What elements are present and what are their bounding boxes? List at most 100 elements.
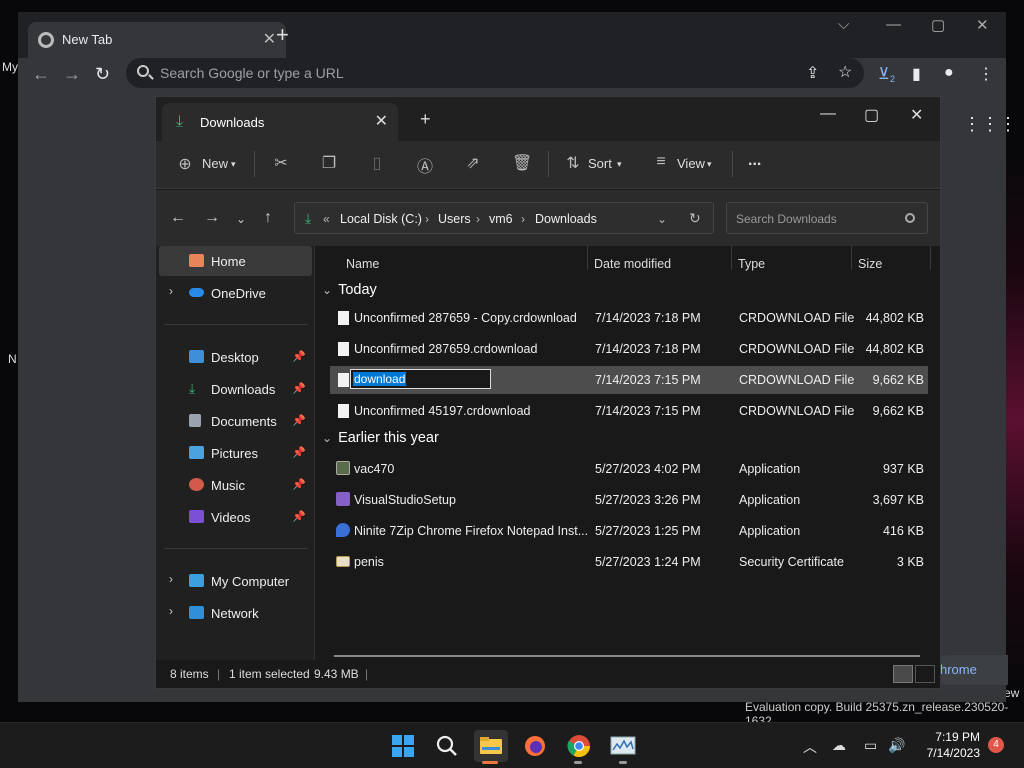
chevron-down-icon[interactable]: ⌄ xyxy=(657,212,667,226)
chevron-right-icon[interactable]: › xyxy=(476,212,480,226)
file-explorer-taskbar-button[interactable] xyxy=(474,730,508,762)
desktop-icon-label[interactable]: My xyxy=(2,60,18,74)
pin-icon[interactable]: 📌 xyxy=(292,478,306,491)
nav-item-onedrive[interactable]: › OneDrive xyxy=(159,278,312,308)
sort-button[interactable]: Sort xyxy=(588,156,612,171)
up-button[interactable]: ↑ xyxy=(264,209,272,227)
desktop-icon-label[interactable]: ew xyxy=(1004,686,1019,700)
back-button[interactable]: ← xyxy=(170,209,186,227)
delete-icon[interactable]: 🗑 xyxy=(512,153,532,172)
file-row[interactable]: Unconfirmed 45197.crdownload 7/14/2023 7… xyxy=(330,397,928,425)
volume-icon[interactable]: 🔊 xyxy=(888,737,905,754)
nav-item-videos[interactable]: Videos 📌 xyxy=(159,502,312,532)
nav-item-my-computer[interactable]: › My Computer xyxy=(159,566,312,596)
file-row[interactable]: vac470 5/27/2023 4:02 PM Application 937… xyxy=(330,455,928,483)
customize-chrome-button[interactable]: hrome xyxy=(934,655,1008,685)
file-row[interactable]: Unconfirmed 287659 - Copy.crdownload 7/1… xyxy=(330,304,928,332)
column-header-size[interactable]: Size xyxy=(858,246,882,278)
search-input[interactable]: Search Downloads xyxy=(726,202,928,234)
copy-icon[interactable]: ❐ xyxy=(320,153,338,172)
omnibox[interactable]: Search Google or type a URL ⇪ ☆ xyxy=(126,58,864,88)
close-tab-icon[interactable]: ✕ xyxy=(375,111,388,131)
close-tab-icon[interactable]: ✕ xyxy=(263,29,276,49)
file-row[interactable]: Unconfirmed 287659.crdownload 7/14/2023 … xyxy=(330,335,928,363)
nav-item-documents[interactable]: Documents 📌 xyxy=(159,406,312,436)
horizontal-scrollbar[interactable] xyxy=(334,655,920,657)
pin-icon[interactable]: 📌 xyxy=(292,382,306,395)
rename-input[interactable]: download xyxy=(350,369,491,389)
paste-icon[interactable]: ▯ xyxy=(368,153,386,172)
column-header-date[interactable]: Date modified xyxy=(594,246,671,278)
menu-icon[interactable]: ⋮ xyxy=(978,64,994,84)
resource-monitor-taskbar-button[interactable] xyxy=(606,730,640,762)
firefox-taskbar-button[interactable] xyxy=(518,730,552,762)
minimize-button[interactable]: — xyxy=(820,105,836,123)
forward-button[interactable]: → xyxy=(63,64,81,84)
group-header-today[interactable]: ⌄ Today xyxy=(322,282,377,298)
network-icon[interactable]: ▭ xyxy=(864,737,877,754)
details-view-button[interactable] xyxy=(893,665,913,683)
show-hidden-icons-chevron-icon[interactable]: ︿ xyxy=(803,737,817,757)
share-icon[interactable]: ⇗ xyxy=(464,153,482,172)
column-separator[interactable] xyxy=(731,246,732,270)
nav-item-music[interactable]: Music 📌 xyxy=(159,470,312,500)
reload-button[interactable]: ↻ xyxy=(95,64,110,84)
pin-icon[interactable]: 📌 xyxy=(292,350,306,363)
new-tab-button[interactable]: + xyxy=(276,24,289,46)
explorer-new-tab-button[interactable]: + xyxy=(420,109,431,130)
recent-locations-button[interactable]: ⌄ xyxy=(236,212,246,226)
chevron-right-icon[interactable]: › xyxy=(425,212,429,226)
nav-item-network[interactable]: › Network xyxy=(159,598,312,628)
start-button[interactable] xyxy=(386,730,420,762)
minimize-button[interactable]: — xyxy=(886,16,901,33)
refresh-icon[interactable]: ↻ xyxy=(689,210,701,227)
column-header-name[interactable]: Name xyxy=(346,246,379,278)
notification-badge[interactable]: 4 xyxy=(988,737,1004,753)
close-window-button[interactable]: ✕ xyxy=(910,105,923,125)
breadcrumb-users[interactable]: Users xyxy=(438,212,471,226)
nav-item-downloads[interactable]: ⤓ Downloads 📌 xyxy=(159,374,312,404)
share-icon[interactable]: ⇪ xyxy=(806,63,819,83)
tab-search-icon[interactable]: ⌵ xyxy=(838,16,849,33)
pin-icon[interactable]: 📌 xyxy=(292,510,306,523)
nav-item-home[interactable]: Home xyxy=(159,246,312,276)
tiles-view-button[interactable] xyxy=(915,665,935,683)
file-row[interactable]: VisualStudioSetup 5/27/2023 3:26 PM Appl… xyxy=(330,486,928,514)
file-row-selected[interactable]: download 7/14/2023 7:15 PM CRDOWNLOAD Fi… xyxy=(330,366,928,394)
pin-icon[interactable]: 📌 xyxy=(292,414,306,427)
cloud-offline-icon[interactable]: ☁ xyxy=(832,737,846,754)
group-header-earlier[interactable]: ⌄ Earlier this year xyxy=(322,430,439,446)
view-button[interactable]: View xyxy=(677,156,705,171)
downloads-icon[interactable]: ⊻ xyxy=(878,64,890,84)
close-window-button[interactable]: ✕ xyxy=(976,16,989,34)
breadcrumb-downloads[interactable]: Downloads xyxy=(535,212,597,226)
nav-item-desktop[interactable]: Desktop 📌 xyxy=(159,342,312,372)
pin-icon[interactable]: 📌 xyxy=(292,446,306,459)
search-button[interactable] xyxy=(430,730,464,762)
new-button[interactable]: New xyxy=(202,156,228,171)
overflow-chevron-icon[interactable]: « xyxy=(323,212,330,226)
column-separator[interactable] xyxy=(930,246,931,270)
chrome-taskbar-button[interactable] xyxy=(562,730,596,762)
nav-item-pictures[interactable]: Pictures 📌 xyxy=(159,438,312,468)
rename-icon[interactable]: Ⓐ xyxy=(416,153,434,176)
forward-button[interactable]: → xyxy=(204,209,220,227)
breadcrumb-local-disk[interactable]: Local Disk (C:) xyxy=(340,212,422,226)
desktop-icon-label[interactable]: N xyxy=(8,352,17,366)
column-separator[interactable] xyxy=(851,246,852,270)
address-bar[interactable]: ⤓ « Local Disk (C:) › Users › vm6 › Down… xyxy=(294,202,714,234)
chrome-tab-new-tab[interactable]: New Tab ✕ xyxy=(28,22,286,58)
expand-arrow-icon[interactable]: › xyxy=(169,284,173,298)
maximize-button[interactable]: ▢ xyxy=(931,16,945,34)
file-row[interactable]: Ninite 7Zip Chrome Firefox Notepad Inst.… xyxy=(330,517,928,545)
expand-arrow-icon[interactable]: › xyxy=(169,604,173,618)
cut-icon[interactable]: ✂ xyxy=(272,153,290,172)
maximize-button[interactable]: ▢ xyxy=(864,105,879,125)
explorer-tab-downloads[interactable]: ⤓ Downloads ✕ xyxy=(162,103,398,141)
expand-arrow-icon[interactable]: › xyxy=(169,572,173,586)
clock[interactable]: 7:19 PM 7/14/2023 xyxy=(922,729,980,761)
more-options-button[interactable]: ... xyxy=(748,152,761,170)
side-panel-icon[interactable]: ▮ xyxy=(912,64,921,84)
chevron-right-icon[interactable]: › xyxy=(521,212,525,226)
column-separator[interactable] xyxy=(587,246,588,270)
